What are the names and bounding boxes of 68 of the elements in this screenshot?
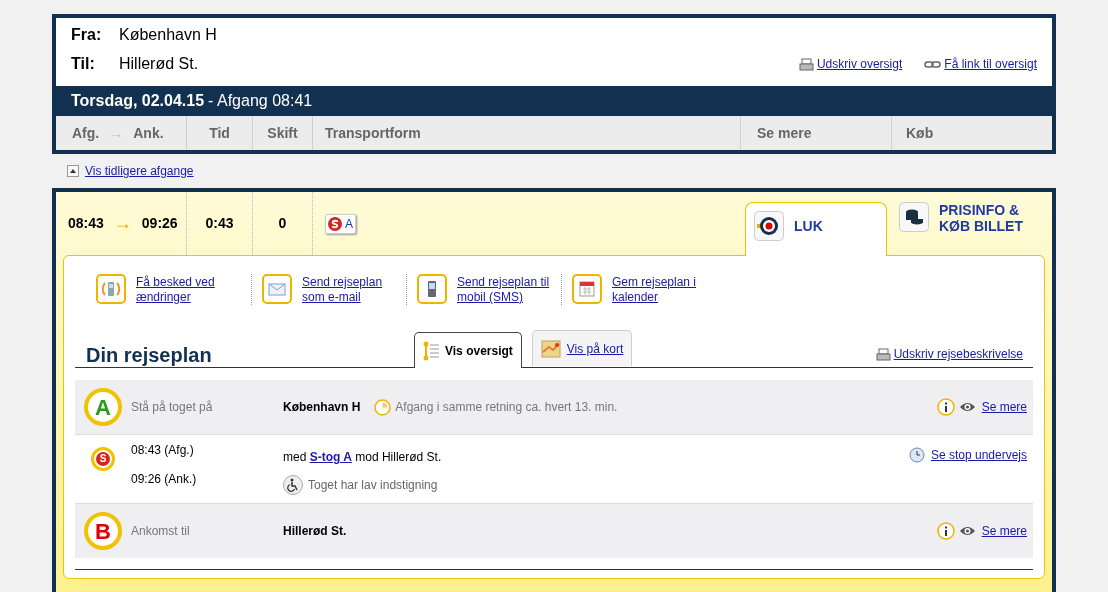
duration: 0:43: [205, 214, 234, 233]
earlier-departures-link[interactable]: Vis tidligere afgange: [85, 162, 194, 180]
stop-label: Stå på toget på: [131, 400, 213, 414]
see-more-link[interactable]: Se stop undervejs: [930, 446, 1027, 464]
envelope-icon: [262, 274, 292, 304]
to-label: Til:: [71, 54, 96, 74]
column-header: Se mere: [757, 123, 812, 143]
changes-count: 0: [278, 214, 287, 233]
printer-icon: [875, 347, 891, 361]
action-link[interactable]: Få besked ved ændringer: [136, 274, 236, 305]
from-label: Fra:: [71, 25, 103, 45]
info-icon: [936, 522, 955, 540]
clock-icon: [908, 447, 925, 463]
list-icon: [423, 340, 439, 361]
arrival-time: 09:26: [141, 214, 178, 233]
collapse-up-icon: [67, 165, 79, 177]
view-tab[interactable]: Vis på kort: [531, 330, 633, 366]
summary-link[interactable]: Udskriv oversigt: [798, 55, 903, 73]
column-header: Transportform: [325, 123, 421, 143]
clock-frequency-icon: [374, 398, 392, 416]
mobile-phone-icon: [417, 274, 447, 304]
print-description-link[interactable]: Udskriv rejsebeskrivelse: [875, 345, 1033, 367]
departure-text: - Afgang 08:41: [208, 91, 313, 111]
journey-tab[interactable]: LUK: [745, 202, 887, 256]
journey-tab[interactable]: PRISINFO & KØB BILLET: [891, 192, 1051, 255]
arrow-icon: →: [113, 210, 132, 237]
action-link[interactable]: Gem rejseplan i kalender: [612, 274, 712, 305]
chain-link-icon: [924, 59, 942, 69]
eye-icon: [958, 401, 976, 413]
see-more-link[interactable]: Se mere: [981, 398, 1027, 416]
departure-time: 08:43 (Afg.): [131, 442, 195, 459]
plan-title: Din rejseplan: [85, 344, 213, 367]
column-header: Tid: [209, 123, 230, 143]
stop-marker: A: [84, 388, 122, 426]
line-letter: A: [345, 215, 353, 233]
calendar-icon: [572, 274, 602, 304]
phone-signal-icon: [96, 274, 126, 304]
map-icon: [540, 339, 561, 358]
from-station: København H: [119, 25, 217, 45]
stop-marker: B: [84, 512, 122, 550]
departure-time: 08:43: [68, 214, 104, 233]
action-link[interactable]: Send rejseplan til mobil (SMS): [457, 274, 557, 305]
stop-label: Ankomst til: [131, 524, 190, 538]
summary-link[interactable]: Få link til oversigt: [924, 55, 1037, 73]
target-icon: [754, 211, 784, 241]
s-train-logo-icon: [328, 216, 342, 231]
column-header: Afg.: [72, 123, 100, 143]
see-more-link[interactable]: Se mere: [981, 522, 1027, 540]
arrival-time: 09:26 (Ank.): [131, 471, 198, 488]
column-header: Skift: [267, 123, 298, 143]
view-tab[interactable]: Vis oversigt: [414, 332, 522, 368]
eye-icon: [958, 525, 976, 537]
action-link[interactable]: Send rejseplan som e-mail: [302, 274, 402, 305]
printer-icon: [798, 57, 814, 71]
column-header: Køb: [906, 123, 934, 143]
line-link[interactable]: S-tog A: [309, 450, 352, 464]
leg-description: med S-tog A mod Hillerød St.: [283, 449, 443, 466]
date-text: Torsdag, 02.04.15: [71, 91, 205, 111]
wheelchair-icon: [283, 475, 303, 495]
info-icon: [936, 398, 955, 416]
column-header: Ank.: [133, 123, 164, 143]
transit-marker: S: [91, 447, 115, 471]
to-station: Hillerød St.: [119, 54, 200, 74]
accessibility-note: Toget har lav indstigning: [308, 477, 438, 494]
station-name: København H: [283, 399, 361, 416]
frequency-note: Afgang i samme retning ca. hvert 13. min.: [395, 399, 618, 416]
station-name: Hillerød St.: [283, 523, 347, 540]
arrow-icon: →: [109, 122, 124, 144]
